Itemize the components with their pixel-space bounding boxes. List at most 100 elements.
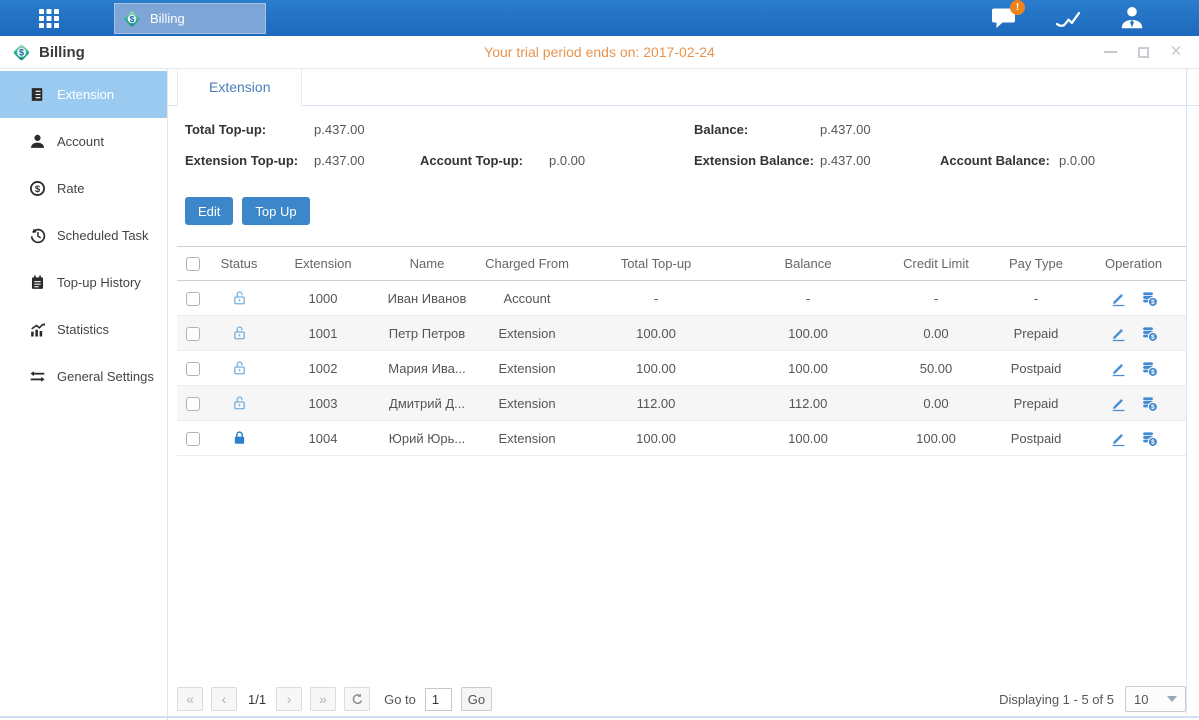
svg-text:$: $ xyxy=(1151,369,1155,376)
column-header-operation[interactable]: Operation xyxy=(1081,247,1186,281)
goto-label: Go to xyxy=(384,692,416,707)
sidebar-item-general-settings[interactable]: General Settings xyxy=(0,353,167,400)
history-clock-icon xyxy=(29,227,46,244)
cell-name: Мария Ива... xyxy=(377,351,477,386)
go-button[interactable]: Go xyxy=(461,687,492,711)
cell-total-topup: 100.00 xyxy=(577,316,735,351)
svg-text:$: $ xyxy=(1151,299,1155,306)
edit-button[interactable]: Edit xyxy=(185,197,233,225)
svg-text:$: $ xyxy=(1151,404,1155,411)
messages-icon[interactable]: ! xyxy=(989,5,1019,31)
next-page-button[interactable]: › xyxy=(276,687,302,711)
billing-diamond-icon: $ xyxy=(122,9,142,29)
close-button[interactable]: × xyxy=(1169,45,1183,59)
last-page-button[interactable]: » xyxy=(310,687,336,711)
cell-pay-type: - xyxy=(991,281,1081,316)
balance-label: Balance: xyxy=(694,122,748,137)
cell-balance: 100.00 xyxy=(735,351,881,386)
lock-closed-icon xyxy=(232,430,247,445)
topup-button[interactable]: Top Up xyxy=(242,197,309,225)
row-checkbox[interactable] xyxy=(186,362,200,376)
edit-row-icon[interactable] xyxy=(1110,429,1127,446)
cell-pay-type: Prepaid xyxy=(991,316,1081,351)
account-topup-value: p.0.00 xyxy=(549,153,585,168)
row-checkbox[interactable] xyxy=(186,432,200,446)
topup-row-icon[interactable]: $ xyxy=(1141,429,1158,446)
sidebar-item-account[interactable]: Account xyxy=(0,118,167,165)
sidebar-item-rate[interactable]: $ Rate xyxy=(0,165,167,212)
tab-extension[interactable]: Extension xyxy=(177,69,302,107)
cell-extension: 1002 xyxy=(269,351,377,386)
column-header-credit-limit[interactable]: Credit Limit xyxy=(881,247,991,281)
cell-balance: 100.00 xyxy=(735,421,881,456)
row-checkbox[interactable] xyxy=(186,327,200,341)
chart-bars-icon xyxy=(29,321,46,338)
edit-row-icon[interactable] xyxy=(1110,289,1127,306)
taskbar-billing-app[interactable]: $ Billing xyxy=(114,3,266,34)
row-checkbox[interactable] xyxy=(186,397,200,411)
column-header-pay-type[interactable]: Pay Type xyxy=(991,247,1081,281)
refresh-button[interactable] xyxy=(344,687,370,711)
cell-total-topup: 112.00 xyxy=(577,386,735,421)
sidebar-item-label: Extension xyxy=(57,87,114,102)
taskbar-app-label: Billing xyxy=(150,11,185,26)
billing-summary: Total Top-up: p.437.00 Balance: p.437.00… xyxy=(168,106,1199,184)
desktop-topbar: $ Billing ! xyxy=(0,0,1199,36)
sidebar-item-label: Statistics xyxy=(57,322,109,337)
page-size-select[interactable]: 10 xyxy=(1125,686,1186,712)
column-header-status[interactable]: Status xyxy=(209,247,269,281)
cell-balance: - xyxy=(735,281,881,316)
cell-charged-from: Extension xyxy=(477,386,577,421)
window-bottom-edge xyxy=(0,716,1199,718)
cell-total-topup: 100.00 xyxy=(577,421,735,456)
page-size-value: 10 xyxy=(1134,692,1148,707)
sidebar-item-statistics[interactable]: Statistics xyxy=(0,306,167,353)
edit-row-icon[interactable] xyxy=(1110,324,1127,341)
ledger-icon xyxy=(29,86,46,103)
column-header-charged-from[interactable]: Charged From xyxy=(477,247,577,281)
row-checkbox[interactable] xyxy=(186,292,200,306)
window-title: Billing xyxy=(39,44,85,61)
sidebar-item-label: Rate xyxy=(57,181,84,196)
edit-row-icon[interactable] xyxy=(1110,359,1127,376)
cell-balance: 100.00 xyxy=(735,316,881,351)
pagination-bar: « ‹ 1/1 › » Go to Go Displaying 1 - 5 of… xyxy=(177,686,1186,712)
topup-row-icon[interactable]: $ xyxy=(1141,359,1158,376)
column-header-total-top-up[interactable]: Total Top-up xyxy=(577,247,735,281)
first-page-button[interactable]: « xyxy=(177,687,203,711)
main-content: Extension Total Top-up: p.437.00 Balance… xyxy=(168,69,1199,720)
topup-row-icon[interactable]: $ xyxy=(1141,324,1158,341)
column-header-name[interactable]: Name xyxy=(377,247,477,281)
cell-name: Юрий Юрь... xyxy=(377,421,477,456)
cell-total-topup: 100.00 xyxy=(577,351,735,386)
column-header-balance[interactable]: Balance xyxy=(735,247,881,281)
sidebar-item-label: Top-up History xyxy=(57,275,141,290)
extension-table-body: 1000Иван ИвановAccount----$1001Петр Петр… xyxy=(177,281,1186,456)
select-all-checkbox[interactable] xyxy=(186,257,200,271)
topup-row-icon[interactable]: $ xyxy=(1141,289,1158,306)
maximize-button[interactable] xyxy=(1136,45,1150,59)
sidebar-item-scheduled-task[interactable]: Scheduled Task xyxy=(0,212,167,259)
cell-name: Иван Иванов xyxy=(377,281,477,316)
cell-credit-limit: 0.00 xyxy=(881,316,991,351)
prev-page-button[interactable]: ‹ xyxy=(211,687,237,711)
topup-row-icon[interactable]: $ xyxy=(1141,394,1158,411)
billing-diamond-icon: $ xyxy=(11,42,32,63)
sidebar-item-topup-history[interactable]: Top-up History xyxy=(0,259,167,306)
column-header-extension[interactable]: Extension xyxy=(269,247,377,281)
cell-extension: 1004 xyxy=(269,421,377,456)
sidebar-item-extension[interactable]: Extension xyxy=(0,71,167,118)
user-account-icon[interactable] xyxy=(1117,5,1147,31)
app-launcher-icon[interactable] xyxy=(34,3,64,33)
total-topup-label: Total Top-up: xyxy=(185,122,266,137)
sidebar-item-label: General Settings xyxy=(57,369,154,384)
statistics-chart-icon[interactable] xyxy=(1053,5,1083,31)
edit-row-icon[interactable] xyxy=(1110,394,1127,411)
cell-balance: 112.00 xyxy=(735,386,881,421)
content-right-divider xyxy=(1186,69,1187,714)
account-balance-label: Account Balance: xyxy=(940,153,1050,168)
table-row: 1002Мария Ива...Extension100.00100.0050.… xyxy=(177,351,1186,386)
minimize-button[interactable] xyxy=(1103,45,1117,59)
cell-credit-limit: 0.00 xyxy=(881,386,991,421)
goto-page-input[interactable] xyxy=(425,688,452,711)
